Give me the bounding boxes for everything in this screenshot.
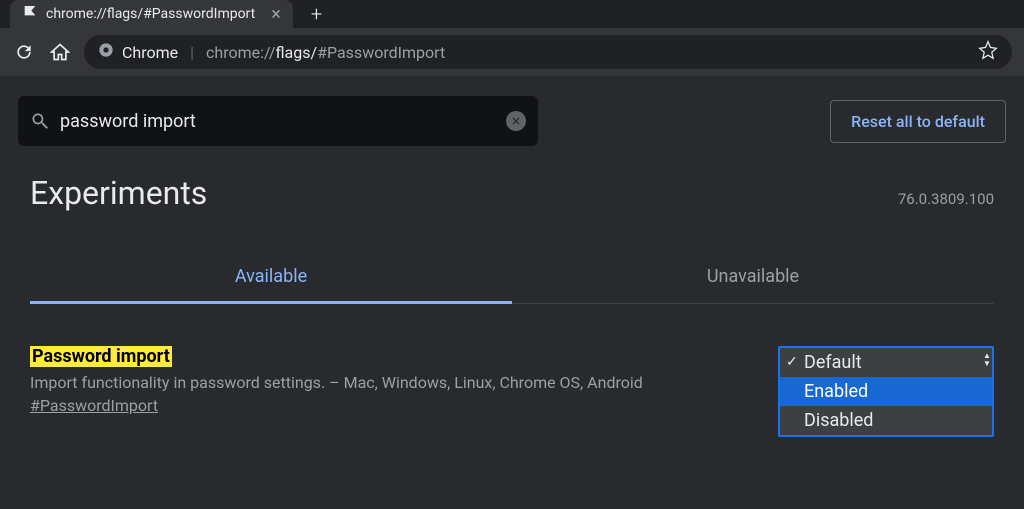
option-enabled[interactable]: Enabled	[780, 377, 992, 406]
new-tab-button[interactable]: +	[311, 2, 322, 26]
option-label: Enabled	[804, 381, 868, 402]
chrome-icon	[98, 42, 114, 62]
toolbar: Chrome | chrome://flags/#PasswordImport	[0, 28, 1024, 76]
option-label: Disabled	[804, 410, 873, 431]
close-icon[interactable]: ×	[271, 4, 281, 25]
tab-bar: Available Unavailable	[30, 252, 994, 304]
omnibox[interactable]: Chrome | chrome://flags/#PasswordImport	[84, 35, 1012, 69]
url-text: chrome://flags/#PasswordImport	[206, 43, 445, 62]
home-button[interactable]	[48, 40, 72, 64]
page-title: Experiments	[30, 174, 207, 212]
dropdown-options: ✓ Default Enabled Disabled	[780, 348, 992, 435]
flag-description: Import functionality in password setting…	[30, 373, 758, 392]
flag-dropdown: ▲▼ ✓ Default Enabled Disabled	[778, 346, 994, 437]
flag-icon	[22, 4, 38, 24]
flag-search-box	[18, 96, 538, 146]
url-scheme: Chrome	[122, 43, 178, 62]
tab-title: chrome://flags/#PasswordImport	[46, 6, 255, 22]
flag-text: Password import Import functionality in …	[30, 346, 758, 415]
page-content: Reset all to default Experiments 76.0.38…	[0, 76, 1024, 509]
option-default[interactable]: ✓ Default	[780, 348, 992, 377]
check-icon: ✓	[786, 354, 798, 370]
search-row: Reset all to default	[0, 76, 1024, 166]
option-disabled[interactable]: Disabled	[780, 406, 992, 435]
reset-all-button[interactable]: Reset all to default	[830, 100, 1006, 143]
option-label: Default	[804, 352, 862, 373]
tab-strip: chrome://flags/#PasswordImport × +	[0, 0, 1024, 28]
flag-row: Password import Import functionality in …	[0, 304, 1024, 415]
search-icon	[30, 111, 50, 131]
version-label: 76.0.3809.100	[898, 190, 994, 208]
flag-hash-link[interactable]: #PasswordImport	[30, 396, 158, 415]
search-input[interactable]	[60, 111, 496, 132]
flag-title: Password import	[30, 346, 172, 367]
clear-search-icon[interactable]	[506, 111, 526, 131]
header-row: Experiments 76.0.3809.100	[0, 166, 1024, 224]
tab-unavailable[interactable]: Unavailable	[512, 252, 994, 303]
reload-button[interactable]	[12, 40, 36, 64]
url-separator: |	[190, 43, 194, 62]
bookmark-icon[interactable]	[978, 40, 998, 64]
tab-available[interactable]: Available	[30, 252, 512, 304]
browser-tab[interactable]: chrome://flags/#PasswordImport ×	[10, 0, 293, 28]
